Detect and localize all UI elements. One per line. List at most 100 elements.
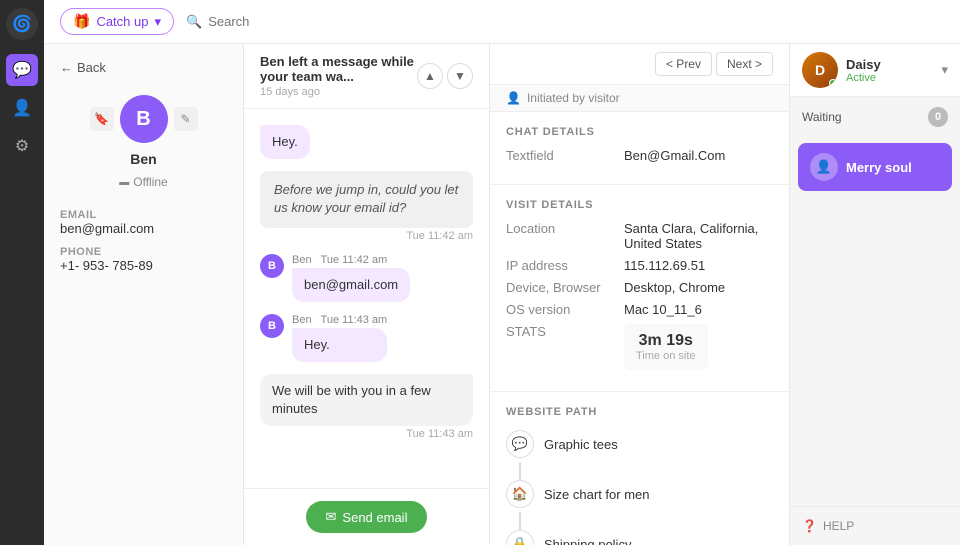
phone-label: PHONE xyxy=(60,246,227,258)
contact-action-icon[interactable]: 🔖 xyxy=(90,107,114,131)
initiated-bar: 👤 Initiated by visitor xyxy=(490,85,789,112)
message-sender: Ben Tue 11:42 am xyxy=(292,254,410,266)
visit-details-title: VISIT DETAILS xyxy=(506,199,773,211)
agent-message-group: We will be with you in a few minutes Tue… xyxy=(260,374,473,440)
agent-name: Daisy xyxy=(846,57,881,72)
back-label: Back xyxy=(77,60,106,75)
catch-up-label: Catch up xyxy=(96,14,148,29)
location-row: Location Santa Clara, California, United… xyxy=(506,221,773,251)
back-button[interactable]: ← Back xyxy=(60,60,227,83)
ip-key: IP address xyxy=(506,258,616,273)
agent-message: We will be with you in a few minutes xyxy=(260,374,473,426)
chat-header-info: Ben left a message while your team wa...… xyxy=(260,54,417,98)
path-label-2: Size chart for men xyxy=(544,487,650,502)
contact-avatar-area: 🔖 B ✎ Ben ▬ Offline xyxy=(60,95,227,189)
edit-icon[interactable]: ✎ xyxy=(174,107,198,131)
chat-messages: Hey. Before we jump in, could you let us… xyxy=(244,109,489,488)
agent-info: Daisy Active xyxy=(846,57,881,84)
stats-row: STATS 3m 19s Time on site xyxy=(506,324,773,370)
os-val: Mac 10_11_6 xyxy=(624,302,702,317)
next-button[interactable]: Next > xyxy=(716,52,773,76)
right-sidebar: D Daisy Active ▾ Waiting 0 👤 Merry soul xyxy=(790,44,960,545)
website-path-title: WEBSITE PATH xyxy=(506,406,597,418)
contact-sidebar: ← Back 🔖 B ✎ Ben ▬ Offline xyxy=(44,44,244,545)
chat-header-text: Ben left a message while your team wa... xyxy=(260,54,417,84)
chat-footer: ✉ Send email xyxy=(244,488,489,545)
chevron-down-icon[interactable]: ▾ xyxy=(941,62,948,78)
location-val: Santa Clara, California, United States xyxy=(624,221,773,251)
stats-box: 3m 19s Time on site xyxy=(624,324,708,370)
agent-status-dot xyxy=(829,79,837,87)
nav-users-icon[interactable]: 👤 xyxy=(6,92,38,124)
os-key: OS version xyxy=(506,302,616,317)
status-icon: ▬ xyxy=(119,177,129,188)
waiting-count: 0 xyxy=(928,107,948,127)
send-email-button[interactable]: ✉ Send email xyxy=(306,501,428,533)
message-with-avatar-2: B Ben Tue 11:43 am Hey. xyxy=(260,314,473,362)
phone-field-group: PHONE +1- 953- 785-89 xyxy=(60,246,227,273)
content-area: ← Back 🔖 B ✎ Ben ▬ Offline xyxy=(44,44,960,545)
chat-header-sender: Ben xyxy=(260,54,285,69)
status-label: Offline xyxy=(133,175,167,189)
app-logo: 🌀 xyxy=(6,8,38,40)
gift-icon: 🎁 xyxy=(73,13,90,30)
merry-soul-name: Merry soul xyxy=(846,160,912,175)
path-label-3: Shipping policy xyxy=(544,537,631,545)
left-navigation: 🌀 💬 👤 ⚙ xyxy=(0,0,44,545)
details-header-row: < Prev Next > xyxy=(490,44,789,85)
message-text: ben@gmail.com xyxy=(292,268,410,302)
main-wrapper: 🎁 Catch up ▾ 🔍 ← Back 🔖 B ✎ xyxy=(44,0,960,545)
chevron-down-icon: ▾ xyxy=(154,14,161,30)
merry-soul-item[interactable]: 👤 Merry soul xyxy=(798,143,952,191)
top-bar: 🎁 Catch up ▾ 🔍 xyxy=(44,0,960,44)
scroll-up-button[interactable]: ▲ xyxy=(417,63,443,89)
sender-avatar-2: B xyxy=(260,314,284,338)
nav-settings-icon[interactable]: ⚙ xyxy=(6,130,38,162)
device-row: Device, Browser Desktop, Chrome xyxy=(506,280,773,295)
waiting-section: Waiting 0 xyxy=(790,97,960,137)
message-content: Ben Tue 11:42 am ben@gmail.com xyxy=(292,254,410,302)
path-item-1: 💬 Graphic tees xyxy=(506,430,618,458)
path-icon-lock: 🔒 xyxy=(506,530,534,545)
agent-message-time: Tue 11:43 am xyxy=(260,428,473,440)
catch-up-button[interactable]: 🎁 Catch up ▾ xyxy=(60,8,174,35)
help-footer[interactable]: ❓ HELP xyxy=(790,506,960,545)
chat-area: Ben left a message while your team wa...… xyxy=(244,44,490,545)
system-message-group: Before we jump in, could you let us know… xyxy=(260,171,473,241)
chat-details-section: CHAT DETAILS Textfield Ben@Gmail.Com xyxy=(490,112,789,185)
phone-value: +1- 953- 785-89 xyxy=(60,258,227,273)
search-input[interactable] xyxy=(208,14,408,29)
email-value: ben@gmail.com xyxy=(60,221,227,236)
prev-button[interactable]: < Prev xyxy=(655,52,712,76)
system-message: Before we jump in, could you let us know… xyxy=(260,171,473,227)
nav-chat-icon[interactable]: 💬 xyxy=(6,54,38,86)
message-bubble: Hey. xyxy=(260,125,310,159)
prev-next-nav: < Prev Next > xyxy=(655,52,773,76)
message-with-avatar: B Ben Tue 11:42 am ben@gmail.com xyxy=(260,254,473,302)
help-icon: ❓ xyxy=(802,519,817,533)
device-key: Device, Browser xyxy=(506,280,616,295)
avatar-row: 🔖 B ✎ xyxy=(90,95,198,143)
scroll-down-button[interactable]: ▼ xyxy=(447,63,473,89)
contact-name: Ben xyxy=(130,151,156,167)
merry-soul-icon: 👤 xyxy=(810,153,838,181)
path-label-1: Graphic tees xyxy=(544,437,618,452)
email-icon: ✉ xyxy=(326,509,337,525)
chat-header: Ben left a message while your team wa...… xyxy=(244,44,489,109)
visitor-icon: 👤 xyxy=(506,91,521,105)
os-row: OS version Mac 10_11_6 xyxy=(506,302,773,317)
send-email-label: Send email xyxy=(342,510,407,525)
search-icon: 🔍 xyxy=(186,14,202,30)
chat-header-time: 15 days ago xyxy=(260,86,417,98)
email-label: EMAIL xyxy=(60,209,227,221)
help-label: HELP xyxy=(823,519,854,533)
textfield-row: Textfield Ben@Gmail.Com xyxy=(506,148,773,163)
email-field-group: EMAIL ben@gmail.com xyxy=(60,209,227,236)
location-key: Location xyxy=(506,221,616,251)
avatar: B xyxy=(120,95,168,143)
agent-avatar: D xyxy=(802,52,838,88)
sender-avatar: B xyxy=(260,254,284,278)
path-item-2: 🏠 Size chart for men xyxy=(506,480,650,508)
textfield-key: Textfield xyxy=(506,148,616,163)
back-arrow-icon: ← xyxy=(60,60,73,75)
